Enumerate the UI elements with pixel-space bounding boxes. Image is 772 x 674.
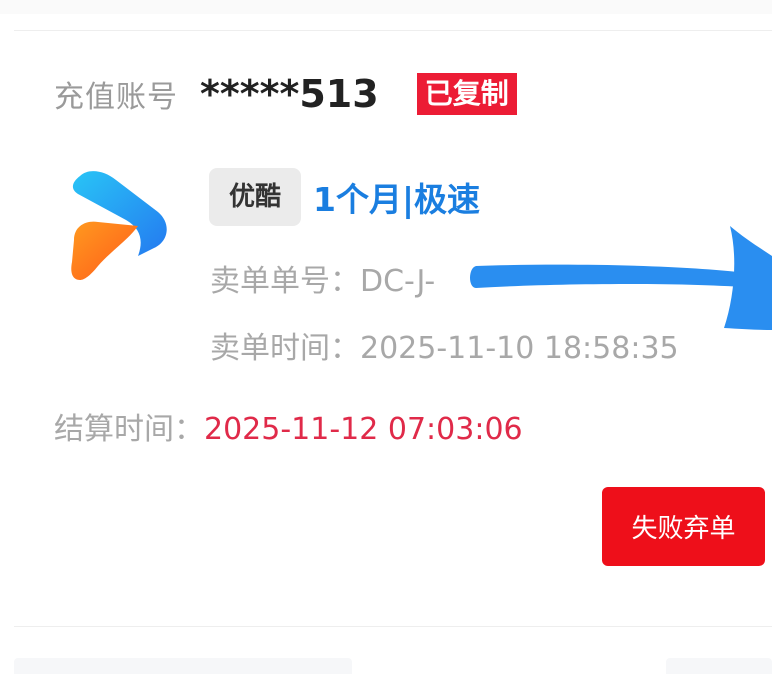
- abandon-order-button[interactable]: 失败弃单: [602, 487, 765, 566]
- product-row: 优酷 1个月|极速: [209, 166, 480, 228]
- order-time-value: 2025-11-10 18:58:35: [360, 331, 679, 366]
- arrow-right-icon: [724, 226, 772, 330]
- divider: [14, 626, 772, 627]
- account-value[interactable]: *****513: [200, 72, 379, 116]
- copied-badge: 已复制: [416, 73, 517, 115]
- youku-play-logo-icon: [71, 171, 167, 280]
- order-number-value[interactable]: DC-J-: [360, 264, 435, 299]
- order-time-label: 卖单时间：: [210, 331, 360, 366]
- next-card-edge: [666, 658, 772, 674]
- settle-time-line: 结算时间：2025-11-12 07:03:06: [54, 404, 523, 448]
- order-time-line: 卖单时间：2025-11-10 18:58:35: [210, 323, 679, 367]
- order-number-line: 卖单单号：DC-J-: [210, 256, 435, 300]
- account-label: 充值账号: [54, 80, 178, 115]
- next-card-edge: [14, 658, 352, 674]
- settle-time-label: 结算时间：: [54, 412, 204, 447]
- redaction-stroke: [470, 264, 764, 288]
- product-name: 1个月|极速: [313, 180, 481, 219]
- settle-time-value: 2025-11-12 07:03:06: [204, 412, 523, 447]
- account-row: 充值账号 *****513 已复制: [54, 66, 517, 122]
- previous-card-edge: [0, 0, 772, 14]
- divider: [14, 30, 772, 31]
- platform-tag: 优酷: [209, 168, 302, 226]
- order-number-label: 卖单单号：: [210, 264, 360, 299]
- order-card-screen: 充值账号 *****513 已复制 优酷 1个月|极速 卖单单号：DC-J- 卖…: [0, 0, 772, 674]
